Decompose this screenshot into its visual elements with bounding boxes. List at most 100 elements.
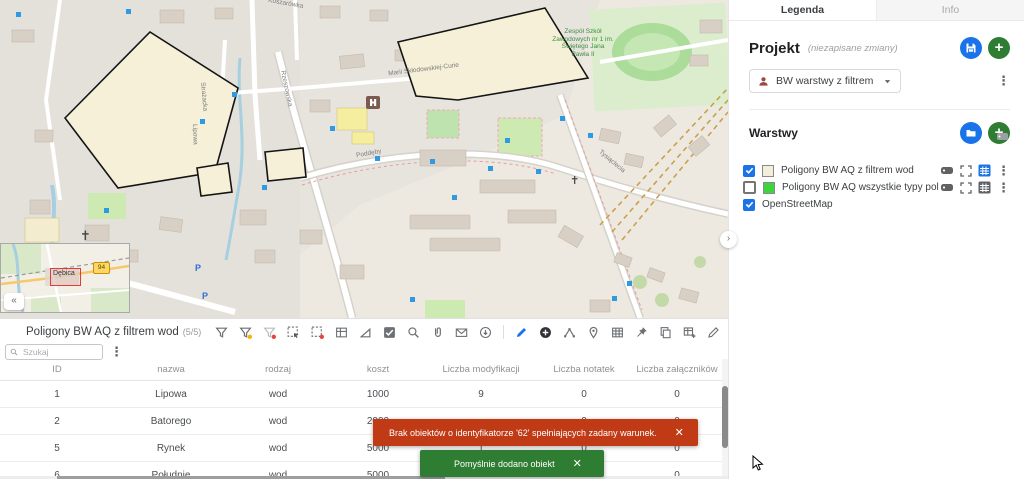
sidebar-tabs: Legenda Info [729,0,1024,21]
layer-checkbox-unchecked[interactable] [743,181,756,194]
search-input[interactable] [21,346,95,358]
save-project-button[interactable] [960,37,982,59]
zoom-to-layer-icon[interactable] [960,165,972,177]
column-header[interactable]: nazwa [114,364,228,375]
layer-row-filtered[interactable]: Poligony BW AQ z filtrem wod ⋮ [729,162,1024,179]
project-select[interactable]: BW warstwy z filtrem [749,69,901,93]
attachments-icon[interactable] [431,326,444,339]
overview-map[interactable]: Dębica 94 « [0,243,130,313]
pin-feature-icon[interactable] [635,326,648,339]
chevron-down-icon [883,77,892,86]
mouse-cursor [752,455,764,472]
layers-section-title: Warstwy [749,126,954,140]
tag-icon[interactable] [941,183,954,192]
error-toast: Brak obiektów o identyfikatorze '62' spe… [373,419,698,446]
unsaved-changes-label: (niezapisane zmiany) [808,43,954,54]
column-header[interactable]: ID [0,364,114,375]
attribute-table-icon[interactable] [978,181,991,194]
legend-sidebar: Legenda Info Projekt (niezapisane zmiany… [728,0,1024,479]
cell-koszt: 1000 [328,389,428,400]
section-divider [749,109,1010,110]
layer-label: Poligony BW AQ wszystkie typy pol [782,182,941,193]
filter-active-icon[interactable] [239,326,252,339]
project-menu-kebab-icon[interactable]: ⋮ [997,75,1010,87]
cell-nazwa: Rynek [114,443,228,454]
layer-row-all-types[interactable]: Poligony BW AQ wszystkie typy pol ⋮ [729,179,1024,196]
cell-nazwa: Lipowa [114,389,228,400]
deselect-features-icon[interactable] [311,326,324,339]
cell-notatki: 0 [534,389,634,400]
column-header[interactable]: Liczba notatek [534,364,634,375]
tab-legenda[interactable]: Legenda [729,0,876,20]
download-icon[interactable] [479,326,492,339]
plus-icon: + [995,38,1004,58]
layer-menu-kebab-icon[interactable]: ⋮ [997,165,1010,177]
add-feature-icon[interactable] [539,326,552,339]
cell-zalaczniki: 0 [634,389,720,400]
error-toast-close-icon[interactable]: ✕ [675,426,684,439]
copy-icon[interactable] [659,326,672,339]
layer-swatch [762,165,774,177]
cell-id: 5 [0,443,114,454]
table-search-box[interactable] [5,344,103,360]
add-project-button[interactable]: + [988,37,1010,59]
layer-tag-mini-icon [997,128,1008,146]
column-header[interactable]: koszt [328,364,428,375]
table-row[interactable]: 1 Lipowa wod 1000 9 0 0 [0,381,722,408]
map-canvas[interactable]: ✝ ✝ Koszarówka M [0,0,728,318]
rename-icon[interactable] [707,326,720,339]
success-toast-close-icon[interactable]: ✕ [573,457,582,470]
email-icon[interactable] [455,326,468,339]
raster-toggle-icon[interactable] [383,326,396,339]
sidebar-toggle-button[interactable]: › [720,231,737,248]
cell-modyfikacje: 9 [428,389,534,400]
save-icon [965,42,977,54]
layer-group-button[interactable] [960,122,982,144]
layer-row-basemap[interactable]: OpenStreetMap [729,196,1024,213]
layer-menu-kebab-icon[interactable]: ⋮ [997,182,1010,194]
folder-icon [965,127,977,139]
column-header[interactable]: Liczba modyfikacji [428,364,534,375]
layer-list: Poligony BW AQ z filtrem wod ⋮ Poligony … [729,162,1024,213]
church-icon: ✝ [570,175,579,187]
column-header[interactable]: rodzaj [228,364,328,375]
toolbar-divider [503,325,504,339]
road-number-badge: 94 [93,262,110,274]
tag-icon[interactable] [941,166,954,175]
overview-city-label: Dębica [53,270,75,277]
overview-collapse-button[interactable]: « [4,293,24,310]
column-header[interactable]: Liczba załączników [634,364,720,375]
add-point-icon[interactable] [587,326,600,339]
tab-info[interactable]: Info [876,0,1024,20]
church-icon: ✝ [80,228,91,243]
filter-icon[interactable] [215,326,228,339]
layer-label: Poligony BW AQ z filtrem wod [781,165,941,176]
table-header-row: ID nazwa rodzaj koszt Liczba modyfikacji… [0,359,722,381]
table-icon[interactable] [611,326,624,339]
panel-title: Poligony BW AQ z filtrem wod [26,326,179,338]
select-features-icon[interactable] [287,326,300,339]
layer-checkbox-checked[interactable] [743,165,755,177]
user-icon [758,76,769,87]
layer-checkbox-checked[interactable] [743,199,755,211]
cell-rodzaj: wod [228,443,328,454]
attribute-table-icon-active[interactable] [978,164,991,177]
project-section-title: Projekt [749,40,800,57]
panel-header: Poligony BW AQ z filtrem wod (5/5) [0,319,728,343]
table-add-icon[interactable] [683,326,696,339]
feature-count: (5/5) [183,327,202,337]
zoom-to-layer-icon[interactable] [960,182,972,194]
cell-id: 2 [0,416,114,427]
measure-icon[interactable] [359,326,372,339]
table-filtered-icon[interactable] [335,326,348,339]
selected-project-label: BW warstwy z filtrem [776,75,883,87]
layer-swatch [763,182,775,194]
error-toast-message: Brak obiektów o identyfikatorze '62' spe… [389,428,657,438]
vertex-tool-icon[interactable] [563,326,576,339]
cell-rodzaj: wod [228,389,328,400]
edit-icon[interactable] [515,326,528,339]
filter-clear-icon[interactable] [263,326,276,339]
check-icon [745,166,754,175]
zoom-to-selection-icon[interactable] [407,326,420,339]
search-menu-kebab-icon[interactable]: ⋮ [110,346,123,358]
